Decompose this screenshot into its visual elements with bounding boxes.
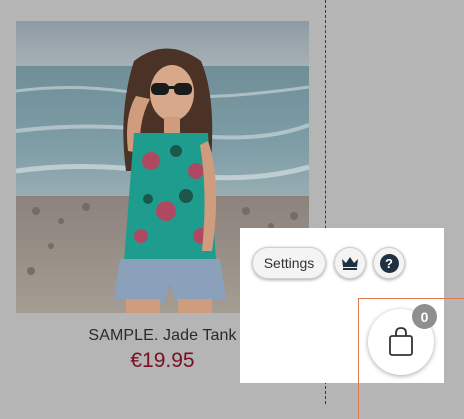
shopping-bag-icon [389, 327, 413, 356]
cart-count-badge: 0 [412, 304, 437, 329]
settings-button[interactable]: Settings [252, 247, 326, 279]
crown-button[interactable] [334, 247, 366, 279]
crown-icon [342, 257, 358, 270]
help-button[interactable]: ? [373, 247, 405, 279]
help-icon: ? [379, 253, 399, 273]
